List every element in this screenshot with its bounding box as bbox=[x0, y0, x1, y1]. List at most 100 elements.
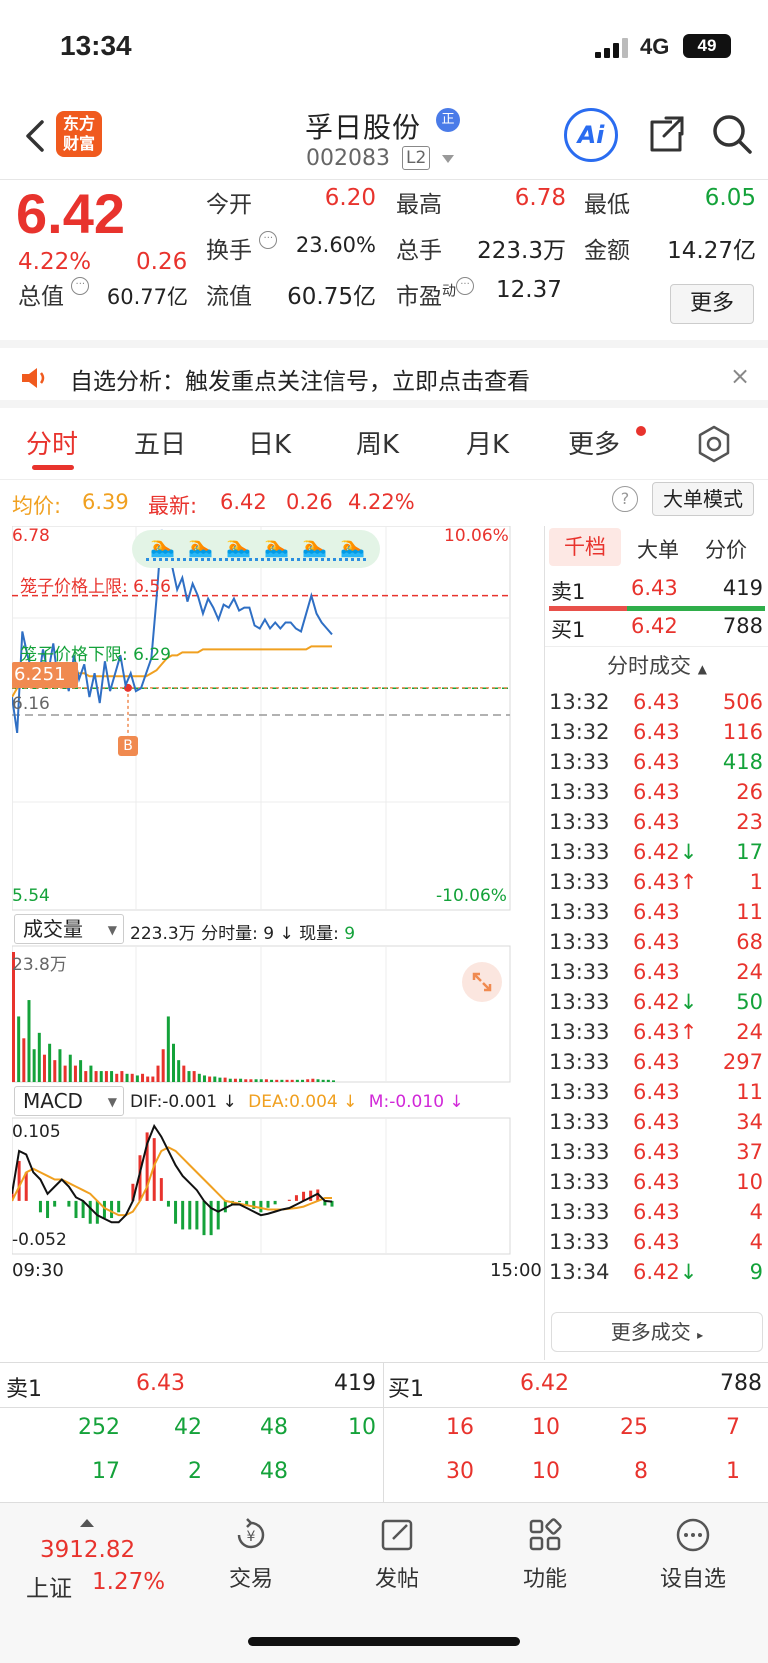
macd-bar bbox=[17, 1160, 21, 1201]
alert-banner[interactable]: 自选分析：触发重点关注信号，立即点击查看 × bbox=[0, 340, 768, 408]
mktcap-label: 总值 ··· bbox=[18, 277, 90, 311]
macd-bar bbox=[266, 1200, 270, 1208]
nav-post[interactable]: 发帖 bbox=[322, 1503, 472, 1593]
volume-bar bbox=[27, 1000, 31, 1082]
nav-post-label: 发帖 bbox=[374, 1567, 419, 1592]
volume-bar bbox=[42, 1054, 46, 1082]
mktcap-label-text: 总值 bbox=[18, 284, 64, 310]
volume-bar bbox=[295, 1079, 299, 1082]
volume-bar bbox=[249, 1079, 253, 1082]
high-label: 最高 bbox=[396, 192, 442, 218]
amount-value: 14.27亿 bbox=[667, 238, 756, 264]
volume-bar bbox=[63, 1065, 67, 1082]
latest-value: 6.42 bbox=[220, 490, 267, 514]
book-buy1-price: 6.42 bbox=[520, 1371, 569, 1396]
tab-thousand-levels[interactable]: 千档 bbox=[549, 528, 621, 566]
ticks-header-label: 分时成交 bbox=[607, 654, 692, 678]
tick-volume: 37 bbox=[736, 1140, 763, 1164]
grid-icon bbox=[529, 1518, 562, 1551]
help-icon[interactable]: ? bbox=[612, 486, 638, 512]
big-order-mode-button[interactable]: 大单模式 bbox=[652, 482, 754, 516]
tick-time: 13:33 bbox=[549, 1020, 610, 1044]
sell-queue-cell: 10 bbox=[348, 1415, 376, 1440]
macd-bar bbox=[38, 1200, 42, 1213]
tab-five-day[interactable]: 五日 bbox=[134, 424, 186, 461]
tick-row: 13:33 6.42↓ 17 bbox=[545, 840, 768, 870]
volume-bar bbox=[161, 1049, 165, 1082]
change-amount: 0.26 bbox=[136, 249, 188, 275]
macd-bar bbox=[287, 1199, 291, 1201]
tick-row: 13:33 6.43↑ 1 bbox=[545, 870, 768, 900]
tick-price-value: 6.43 bbox=[633, 690, 680, 714]
more-ticks-button[interactable]: 更多成交 ▸ bbox=[551, 1312, 763, 1352]
high-value: 6.78 bbox=[514, 185, 566, 211]
buy1-price: 6.42 bbox=[631, 614, 678, 638]
more-button[interactable]: 更多 bbox=[670, 284, 754, 324]
macd-bar bbox=[294, 1195, 298, 1201]
tick-arrow: ↑ bbox=[679, 1020, 698, 1044]
volume-bar bbox=[48, 1043, 52, 1082]
tick-price: 6.43 bbox=[633, 1110, 680, 1134]
tab-weekly-k[interactable]: 周K bbox=[356, 424, 399, 461]
nav-features[interactable]: 功能 bbox=[470, 1503, 620, 1593]
volume-bar bbox=[37, 1032, 41, 1082]
minute-vol-label: 分时量: bbox=[201, 924, 258, 944]
expand-icon[interactable] bbox=[462, 962, 502, 1002]
tick-row: 13:33 6.43 26 bbox=[545, 780, 768, 810]
volume-bar bbox=[244, 1079, 248, 1082]
volume-bar bbox=[192, 1071, 196, 1082]
buy-marker[interactable]: B bbox=[118, 736, 138, 756]
info-icon[interactable]: ··· bbox=[259, 231, 278, 249]
buy-queue-cell: 1 bbox=[726, 1459, 740, 1484]
pe-label-text: 市盈 bbox=[396, 284, 442, 310]
now-vol-label: 现量: bbox=[299, 924, 339, 944]
stock-code[interactable]: 002083 bbox=[306, 146, 390, 171]
sell-queue-cell: 48 bbox=[260, 1415, 288, 1440]
tick-volume: 116 bbox=[722, 720, 763, 744]
more-ticks-label: 更多成交 bbox=[610, 1320, 691, 1344]
ticks-header[interactable]: 分时成交 ▲ bbox=[545, 646, 768, 686]
speaker-icon bbox=[22, 368, 45, 388]
buy-queue-cell: 25 bbox=[620, 1415, 648, 1440]
tab-daily-k[interactable]: 日K bbox=[248, 424, 291, 461]
avg-label: 均价: bbox=[12, 494, 62, 518]
volume-bar bbox=[254, 1079, 258, 1082]
intraday-chart[interactable]: 6.78 10.06% 5.54 -10.06% 笼子价格上限: 6.56 笼子… bbox=[12, 526, 542, 1360]
nav-trade[interactable]: ¥ 交易 bbox=[176, 1503, 326, 1593]
volume-indicator-select[interactable]: 成交量 ▼ bbox=[14, 914, 124, 944]
tick-row: 13:33 6.43 4 bbox=[545, 1200, 768, 1230]
signal-icon bbox=[595, 38, 628, 58]
chevron-down-icon[interactable] bbox=[440, 154, 456, 164]
macd-bar bbox=[110, 1200, 114, 1219]
tick-row: 13:33 6.43 11 bbox=[545, 1080, 768, 1110]
ai-button[interactable]: Ai bbox=[564, 108, 618, 162]
macd-bar bbox=[95, 1200, 99, 1224]
tick-arrow: ↓ bbox=[679, 840, 698, 864]
tick-time: 13:33 bbox=[549, 1140, 610, 1164]
share-icon[interactable] bbox=[644, 112, 688, 156]
tick-row: 13:33 6.43 418 bbox=[545, 750, 768, 780]
info-icon[interactable]: ··· bbox=[456, 277, 474, 295]
info-icon[interactable]: ··· bbox=[71, 277, 90, 295]
dea-label: DEA: bbox=[248, 1092, 290, 1112]
close-icon[interactable]: × bbox=[730, 362, 750, 390]
tab-more[interactable]: 更多 bbox=[568, 424, 620, 461]
index-quote[interactable]: 3912.82 上证 1.27% bbox=[0, 1503, 165, 1613]
gear-icon[interactable] bbox=[694, 424, 734, 464]
tick-price: 6.43 bbox=[633, 780, 680, 804]
tick-row: 13:32 6.43 506 bbox=[545, 690, 768, 720]
macd-bar bbox=[166, 1200, 170, 1207]
down-arrow: ↓ bbox=[279, 924, 294, 944]
search-icon[interactable] bbox=[710, 112, 754, 156]
tab-big-orders[interactable]: 大单 bbox=[637, 534, 679, 564]
nav-add-watchlist[interactable]: 设自选 bbox=[618, 1503, 768, 1593]
float-value: 60.75亿 bbox=[287, 284, 376, 310]
back-icon[interactable] bbox=[16, 116, 56, 156]
macd-indicator-select[interactable]: MACD ▼ bbox=[14, 1086, 124, 1116]
tab-monthly-k[interactable]: 月K bbox=[466, 424, 509, 461]
volume-bar bbox=[110, 1071, 114, 1082]
tab-price-dist[interactable]: 分价 bbox=[705, 534, 747, 564]
tab-intraday[interactable]: 分时 bbox=[26, 424, 78, 461]
nav-features-label: 功能 bbox=[522, 1567, 567, 1592]
tick-time: 13:33 bbox=[549, 1050, 610, 1074]
